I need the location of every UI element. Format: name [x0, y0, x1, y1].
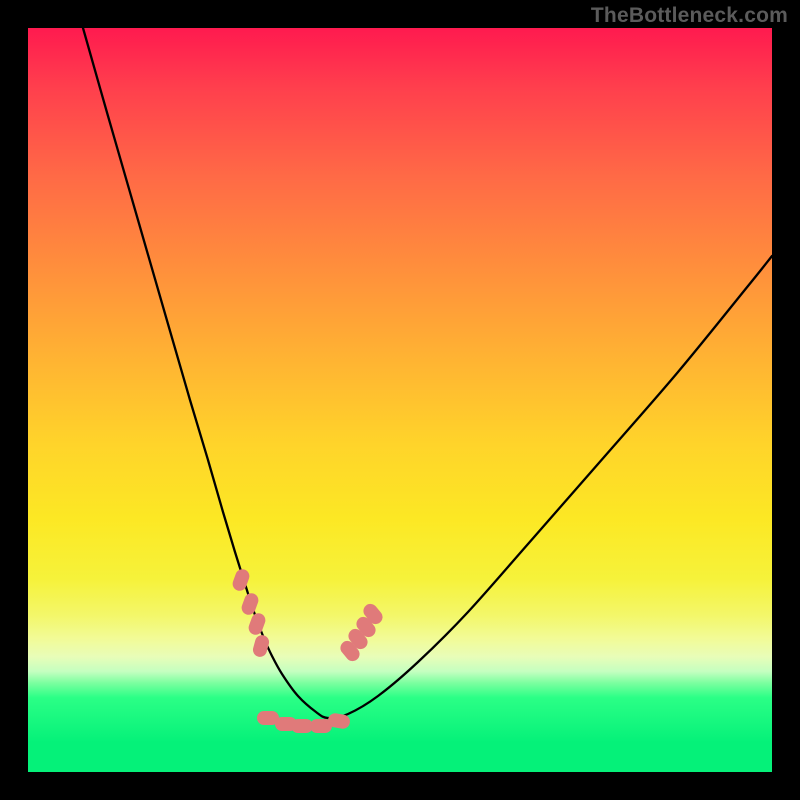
data-marker: [291, 719, 313, 733]
marker-layer: [231, 567, 386, 733]
chart-svg: [28, 28, 772, 772]
data-marker: [247, 611, 268, 636]
data-marker: [251, 634, 270, 659]
data-marker: [231, 567, 252, 592]
data-marker: [240, 591, 261, 616]
bottleneck-curve: [83, 28, 772, 718]
watermark-text: TheBottleneck.com: [591, 4, 788, 28]
chart-container: TheBottleneck.com: [0, 0, 800, 800]
